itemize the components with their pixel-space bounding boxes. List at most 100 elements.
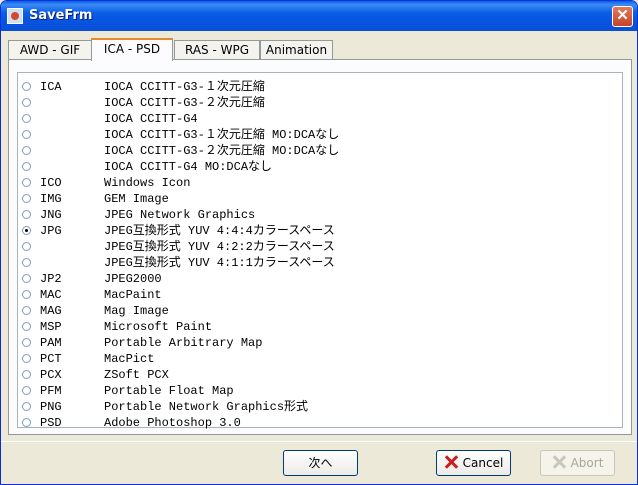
format-list: ICA IOCA CCITT-G3-１次元圧縮 IOCA CCITT-G3-２次元圧… [17,72,623,431]
format-radio[interactable] [22,274,31,283]
format-row[interactable]: ICA IOCA CCITT-G3-１次元圧縮 [18,79,618,95]
format-code: ICA [40,80,62,94]
format-row[interactable]: PSD Adobe Photoshop 3.0 [18,415,618,431]
format-radio[interactable] [22,322,31,331]
divider [1,441,637,442]
format-code: JNG [40,208,62,222]
format-description: IOCA CCITT-G3-１次元圧縮 MO:DCAなし [104,128,340,142]
format-row[interactable]: JPEG互換形式 YUV 4:2:2カラースペース [18,239,618,255]
format-description: JPEG互換形式 YUV 4:1:1カラースペース [104,256,335,270]
format-radio[interactable] [22,114,31,123]
format-description: MacPict [104,352,155,366]
tab-awd-gif[interactable]: AWD - GIF [8,40,92,59]
abort-button[interactable]: Abort [540,450,615,476]
format-row[interactable]: JP2 JPEG2000 [18,271,618,287]
format-description: Mag Image [104,304,169,318]
format-description: Microsoft Paint [104,320,213,334]
format-row[interactable]: JNG JPEG Network Graphics [18,207,618,223]
close-icon: ✕ [616,7,629,24]
format-description: JPEG互換形式 YUV 4:4:4カラースペース [104,224,335,238]
format-description: JPEG Network Graphics [104,208,256,222]
format-description: Adobe Photoshop 3.0 [104,416,241,430]
format-description: IOCA CCITT-G4 [104,112,198,126]
format-radio[interactable] [22,162,31,171]
format-row[interactable]: PCT MacPict [18,351,618,367]
format-description: Portable Arbitrary Map [104,336,263,350]
abort-button-label: Abort [570,456,604,470]
format-description: Portable Float Map [104,384,234,398]
format-radio[interactable] [22,146,31,155]
format-code: JPG [40,224,62,238]
format-radio[interactable] [22,242,31,251]
format-code: PCT [40,352,62,366]
format-code: MSP [40,320,62,334]
format-row[interactable]: MAG Mag Image [18,303,618,319]
abort-x-icon [552,455,566,469]
format-row[interactable]: IOCA CCITT-G3-１次元圧縮 MO:DCAなし [18,127,618,143]
format-code: PAM [40,336,62,350]
format-code: JP2 [40,272,62,286]
tab-panel: ICA IOCA CCITT-G3-１次元圧縮 IOCA CCITT-G3-２次元圧… [8,59,632,435]
format-description: Portable Network Graphics形式 [104,400,309,414]
format-radio[interactable] [22,258,31,267]
format-radio[interactable] [22,386,31,395]
format-description: JPEG互換形式 YUV 4:2:2カラースペース [104,240,335,254]
cancel-button-label: Cancel [462,456,504,470]
format-row[interactable]: MAC MacPaint [18,287,618,303]
format-description: Windows Icon [104,176,191,190]
cancel-x-icon [444,455,458,469]
save-dialog-window: SaveFrm ✕ AWD - GIF ICA - PSD RAS - WPG … [0,0,638,485]
format-row[interactable]: PAM Portable Arbitrary Map [18,335,618,351]
format-row[interactable]: IOCA CCITT-G4 [18,111,618,127]
format-code: PFM [40,384,62,398]
format-description: IOCA CCITT-G3-２次元圧縮 MO:DCAなし [104,144,340,158]
format-code: PSD [40,416,62,430]
format-row[interactable]: JPG JPEG互換形式 YUV 4:4:4カラースペース [18,223,618,239]
format-description: JPEG2000 [104,272,162,286]
title-bar[interactable]: SaveFrm ✕ [1,1,637,31]
format-description: IOCA CCITT-G3-２次元圧縮 [104,96,265,110]
app-icon [7,8,23,24]
format-radio[interactable] [22,226,31,235]
format-description: IOCA CCITT-G3-１次元圧縮 [104,80,265,94]
format-radio[interactable] [22,402,31,411]
format-radio[interactable] [22,98,31,107]
format-row[interactable]: IMG GEM Image [18,191,618,207]
format-radio[interactable] [22,130,31,139]
format-code: PCX [40,368,62,382]
format-code: MAG [40,304,62,318]
format-radio[interactable] [22,210,31,219]
format-description: GEM Image [104,192,169,206]
tab-animation[interactable]: Animation [260,40,333,59]
format-row[interactable]: MSP Microsoft Paint [18,319,618,335]
cancel-button[interactable]: Cancel [436,450,511,476]
format-radio[interactable] [22,418,31,427]
format-code: IMG [40,192,62,206]
tab-ica-psd[interactable]: ICA - PSD [91,38,173,61]
format-radio[interactable] [22,306,31,315]
format-row[interactable]: JPEG互換形式 YUV 4:1:1カラースペース [18,255,618,271]
next-button[interactable]: 次へ [283,450,358,476]
format-code: MAC [40,288,62,302]
format-description: MacPaint [104,288,162,302]
format-radio[interactable] [22,178,31,187]
close-button[interactable]: ✕ [612,6,633,27]
next-button-label: 次へ [308,456,333,470]
format-code: PNG [40,400,62,414]
format-code: ICO [40,176,62,190]
format-row[interactable]: ICO Windows Icon [18,175,618,191]
format-radio[interactable] [22,194,31,203]
format-radio[interactable] [22,338,31,347]
format-row[interactable]: PCX ZSoft PCX [18,367,618,383]
format-radio[interactable] [22,290,31,299]
format-row[interactable]: IOCA CCITT-G3-２次元圧縮 [18,95,618,111]
format-row[interactable]: IOCA CCITT-G3-２次元圧縮 MO:DCAなし [18,143,618,159]
format-radio[interactable] [22,82,31,91]
tab-ras-wpg[interactable]: RAS - WPG [174,40,260,59]
format-row[interactable]: IOCA CCITT-G4 MO:DCAなし [18,159,618,175]
format-row[interactable]: PNG Portable Network Graphics形式 [18,399,618,415]
format-radio[interactable] [22,370,31,379]
format-row[interactable]: PFM Portable Float Map [18,383,618,399]
format-radio[interactable] [22,354,31,363]
format-description: ZSoft PCX [104,368,169,382]
